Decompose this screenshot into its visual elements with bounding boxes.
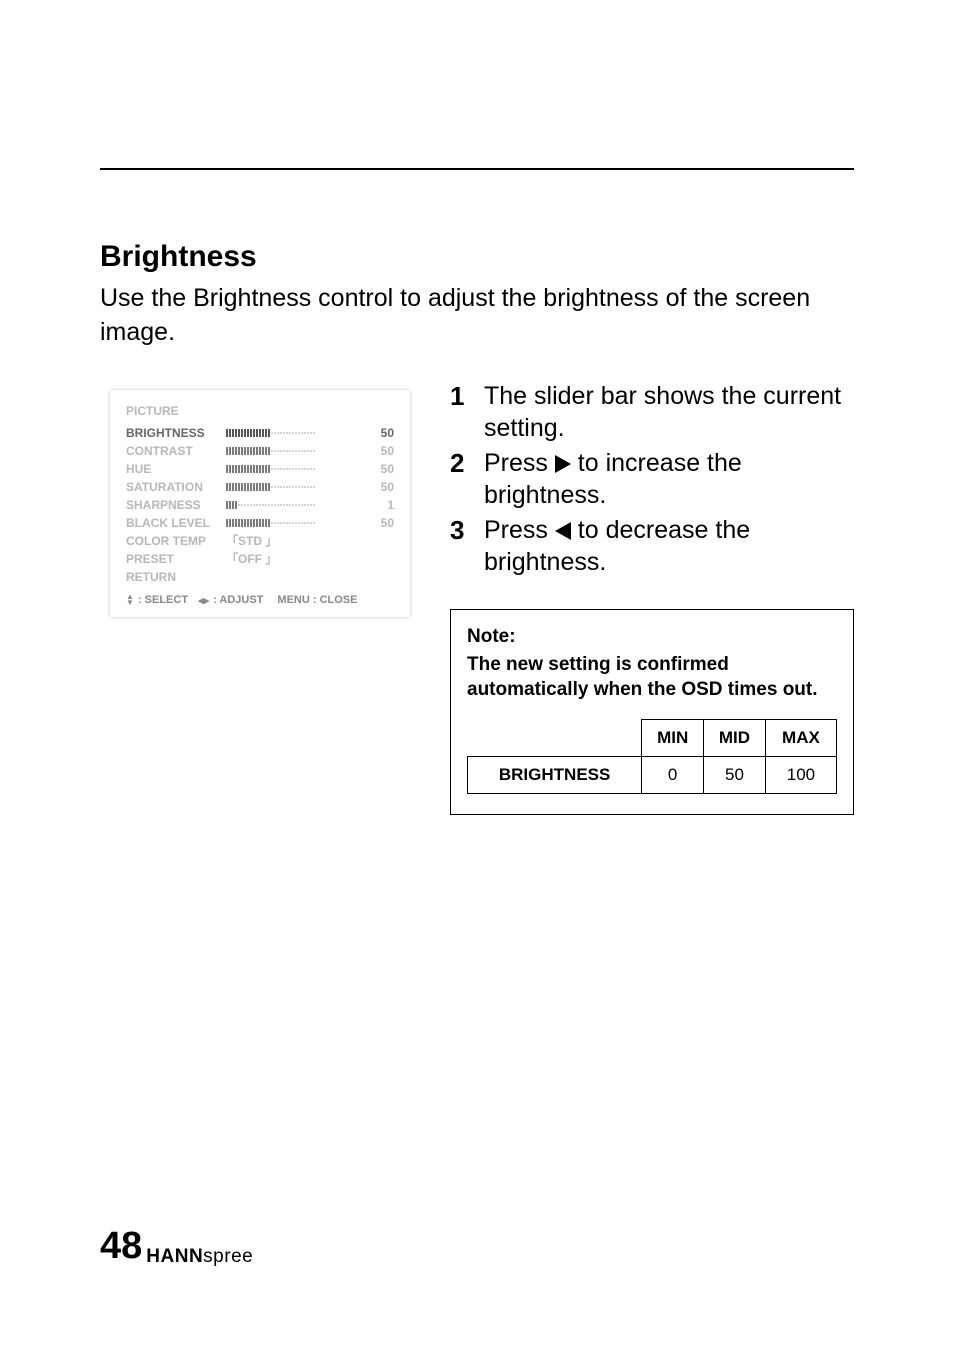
osd-row[interactable]: SATURATION 50 — [126, 478, 394, 496]
table-cell: 100 — [765, 756, 836, 793]
brand-bold: HANN — [146, 1246, 203, 1267]
osd-row[interactable]: BLACK LEVEL 50 — [126, 514, 394, 532]
steps-list: 1The slider bar shows the current settin… — [450, 380, 854, 579]
osd-row-label: BRIGHTNESS — [126, 426, 226, 440]
step-item: 3Press to decrease the brightness. — [450, 514, 854, 579]
osd-row[interactable]: RETURN — [126, 568, 394, 586]
osd-row-value: 「STD 」 — [226, 532, 394, 549]
osd-row-value: 50 — [370, 426, 394, 440]
note-label: Note: — [467, 626, 837, 648]
osd-row[interactable]: CONTRAST 50 — [126, 442, 394, 460]
arrow-left-icon — [555, 522, 571, 540]
step-number: 1 — [450, 380, 484, 414]
table-header: MID — [704, 719, 766, 756]
osd-row-label: COLOR TEMP — [126, 534, 226, 548]
osd-footer-select: : SELECT — [138, 594, 188, 606]
osd-row[interactable]: BRIGHTNESS 50 — [126, 424, 394, 442]
osd-row-label: SHARPNESS — [126, 498, 226, 512]
slider-bar — [226, 447, 364, 455]
osd-row[interactable]: SHARPNESS 1 — [126, 496, 394, 514]
osd-row-value: 50 — [370, 444, 394, 458]
header-divider — [100, 168, 854, 170]
osd-row-value: 50 — [370, 480, 394, 494]
table-blank-cell — [468, 719, 642, 756]
osd-row[interactable]: HUE 50 — [126, 460, 394, 478]
osd-row-label: PRESET — [126, 552, 226, 566]
page-number: 48 — [100, 1225, 142, 1268]
step-item: 2Press to increase the brightness. — [450, 447, 854, 512]
step-text: Press to decrease the brightness. — [484, 514, 854, 579]
step-number: 2 — [450, 447, 484, 481]
arrow-right-icon — [555, 455, 571, 473]
osd-row-label: CONTRAST — [126, 444, 226, 458]
table-cell: 0 — [642, 756, 704, 793]
osd-row-value: 50 — [370, 516, 394, 530]
slider-bar — [226, 519, 364, 527]
osd-row-label: SATURATION — [126, 480, 226, 494]
section-title: Brightness — [100, 240, 854, 274]
slider-bar — [226, 483, 364, 491]
table-header: MIN — [642, 719, 704, 756]
note-text: The new setting is confirmed automatical… — [467, 652, 837, 703]
osd-footer-close: MENU : CLOSE — [277, 594, 357, 606]
osd-footer: ▲▼ : SELECT ◂▸ : ADJUST MENU : CLOSE — [126, 594, 394, 607]
osd-row-value: 1 — [370, 498, 394, 512]
table-header: MAX — [765, 719, 836, 756]
step-number: 3 — [450, 514, 484, 548]
table-row-label: BRIGHTNESS — [468, 756, 642, 793]
slider-bar — [226, 501, 364, 509]
osd-panel: PICTURE BRIGHTNESS50CONTRAST50HUE50SATUR… — [110, 390, 410, 617]
step-text: Press to increase the brightness. — [484, 447, 854, 512]
table-cell: 50 — [704, 756, 766, 793]
osd-row-label: HUE — [126, 462, 226, 476]
osd-footer-adjust: : ADJUST — [213, 594, 263, 606]
leftright-icon: ◂▸ — [198, 594, 209, 607]
page-footer: 48 HANNspree — [100, 1225, 253, 1268]
note-box: Note: The new setting is confirmed autom… — [450, 609, 854, 815]
osd-row-value: 「OFF 」 — [226, 550, 394, 567]
osd-row[interactable]: PRESET「OFF 」 — [126, 550, 394, 568]
brand-light: spree — [203, 1246, 253, 1267]
osd-row-value: 50 — [370, 462, 394, 476]
step-text: The slider bar shows the current setting… — [484, 380, 854, 445]
osd-row[interactable]: COLOR TEMP「STD 」 — [126, 532, 394, 550]
section-lead: Use the Brightness control to adjust the… — [100, 282, 854, 350]
osd-row-label: BLACK LEVEL — [126, 516, 226, 530]
updown-icon: ▲▼ — [126, 594, 134, 606]
osd-menu-title: PICTURE — [126, 404, 394, 418]
brand-logo: HANNspree — [146, 1246, 253, 1268]
osd-row-label: RETURN — [126, 570, 226, 584]
step-item: 1The slider bar shows the current settin… — [450, 380, 854, 445]
slider-bar — [226, 429, 364, 437]
slider-bar — [226, 465, 364, 473]
range-table: MIN MID MAX BRIGHTNESS 0 50 100 — [467, 719, 837, 794]
